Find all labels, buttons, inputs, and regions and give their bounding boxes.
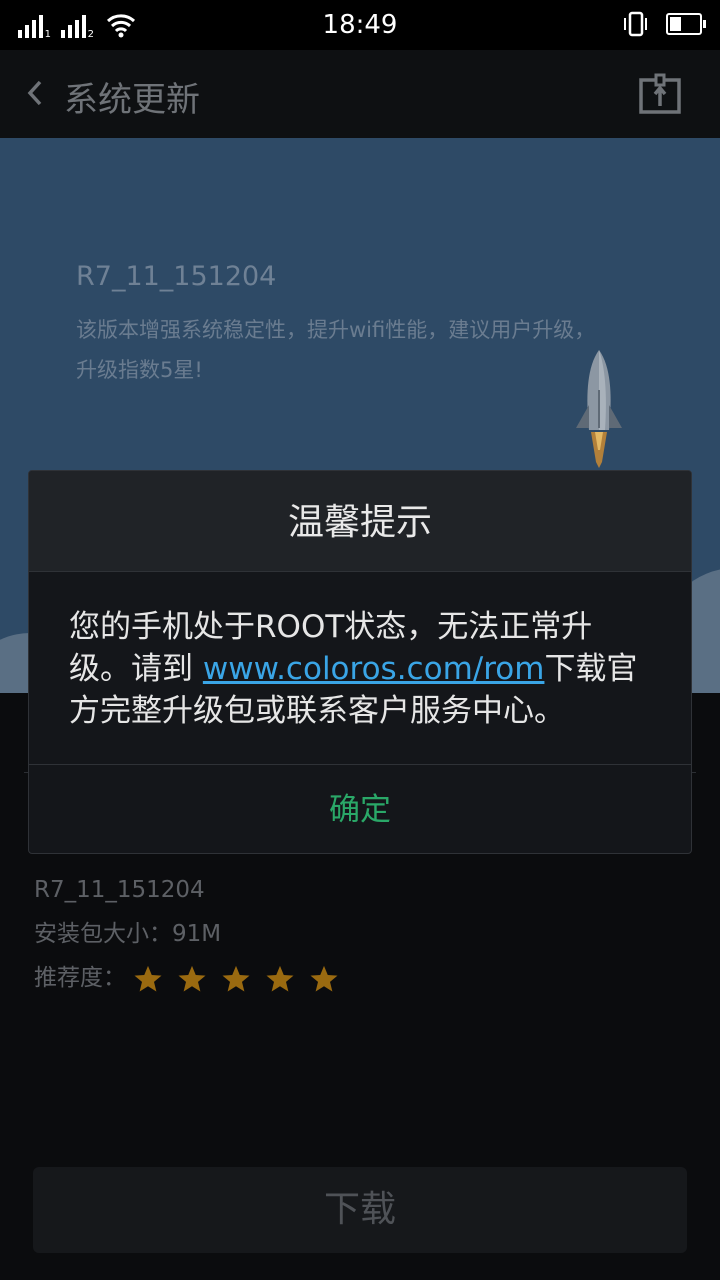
dialog-header: 温馨提示 [29, 471, 691, 572]
star-icon [266, 965, 294, 991]
rating-label: 推荐度： [34, 965, 126, 991]
dialog-message: 您的手机处于ROOT状态，无法正常升级。请到 www.coloros.com/r… [29, 572, 691, 764]
rating-stars [133, 964, 339, 994]
star-icon [222, 965, 250, 991]
detail-version: R7_11_151204 [34, 877, 205, 903]
confirm-button[interactable]: 确定 [29, 765, 691, 853]
coloros-link[interactable]: www.coloros.com/rom [203, 651, 545, 687]
status-time: 18:49 [322, 10, 398, 40]
hero-description: 该版本增强系统稳定性，提升wifi性能，建议用户升级，升级指数5星! [76, 318, 596, 382]
title-bar: 系统更新 [0, 50, 720, 138]
back-icon[interactable] [22, 78, 52, 108]
dialog-title: 温馨提示 [287, 502, 432, 543]
star-icon [310, 965, 338, 991]
star-icon [134, 965, 162, 991]
rocket-icon [576, 350, 622, 468]
detail-package-size: 安装包大小：91M [34, 921, 222, 947]
detail-rating: 推荐度： [34, 963, 339, 1007]
page-title: 系统更新 [64, 80, 200, 120]
hero-version: R7_11_151204 [76, 261, 277, 292]
star-icon [178, 965, 206, 991]
status-bar: 1 2 18:49 [0, 0, 720, 50]
tools-icon[interactable] [638, 72, 682, 116]
alert-dialog: 温馨提示 您的手机处于ROOT状态，无法正常升级。请到 www.coloros.… [28, 470, 692, 854]
battery-icon [666, 13, 706, 35]
update-details: R7_11_151204 安装包大小：91M 推荐度： [34, 875, 339, 1007]
download-button[interactable]: 下载 [33, 1167, 687, 1253]
vibrate-icon [624, 11, 647, 37]
